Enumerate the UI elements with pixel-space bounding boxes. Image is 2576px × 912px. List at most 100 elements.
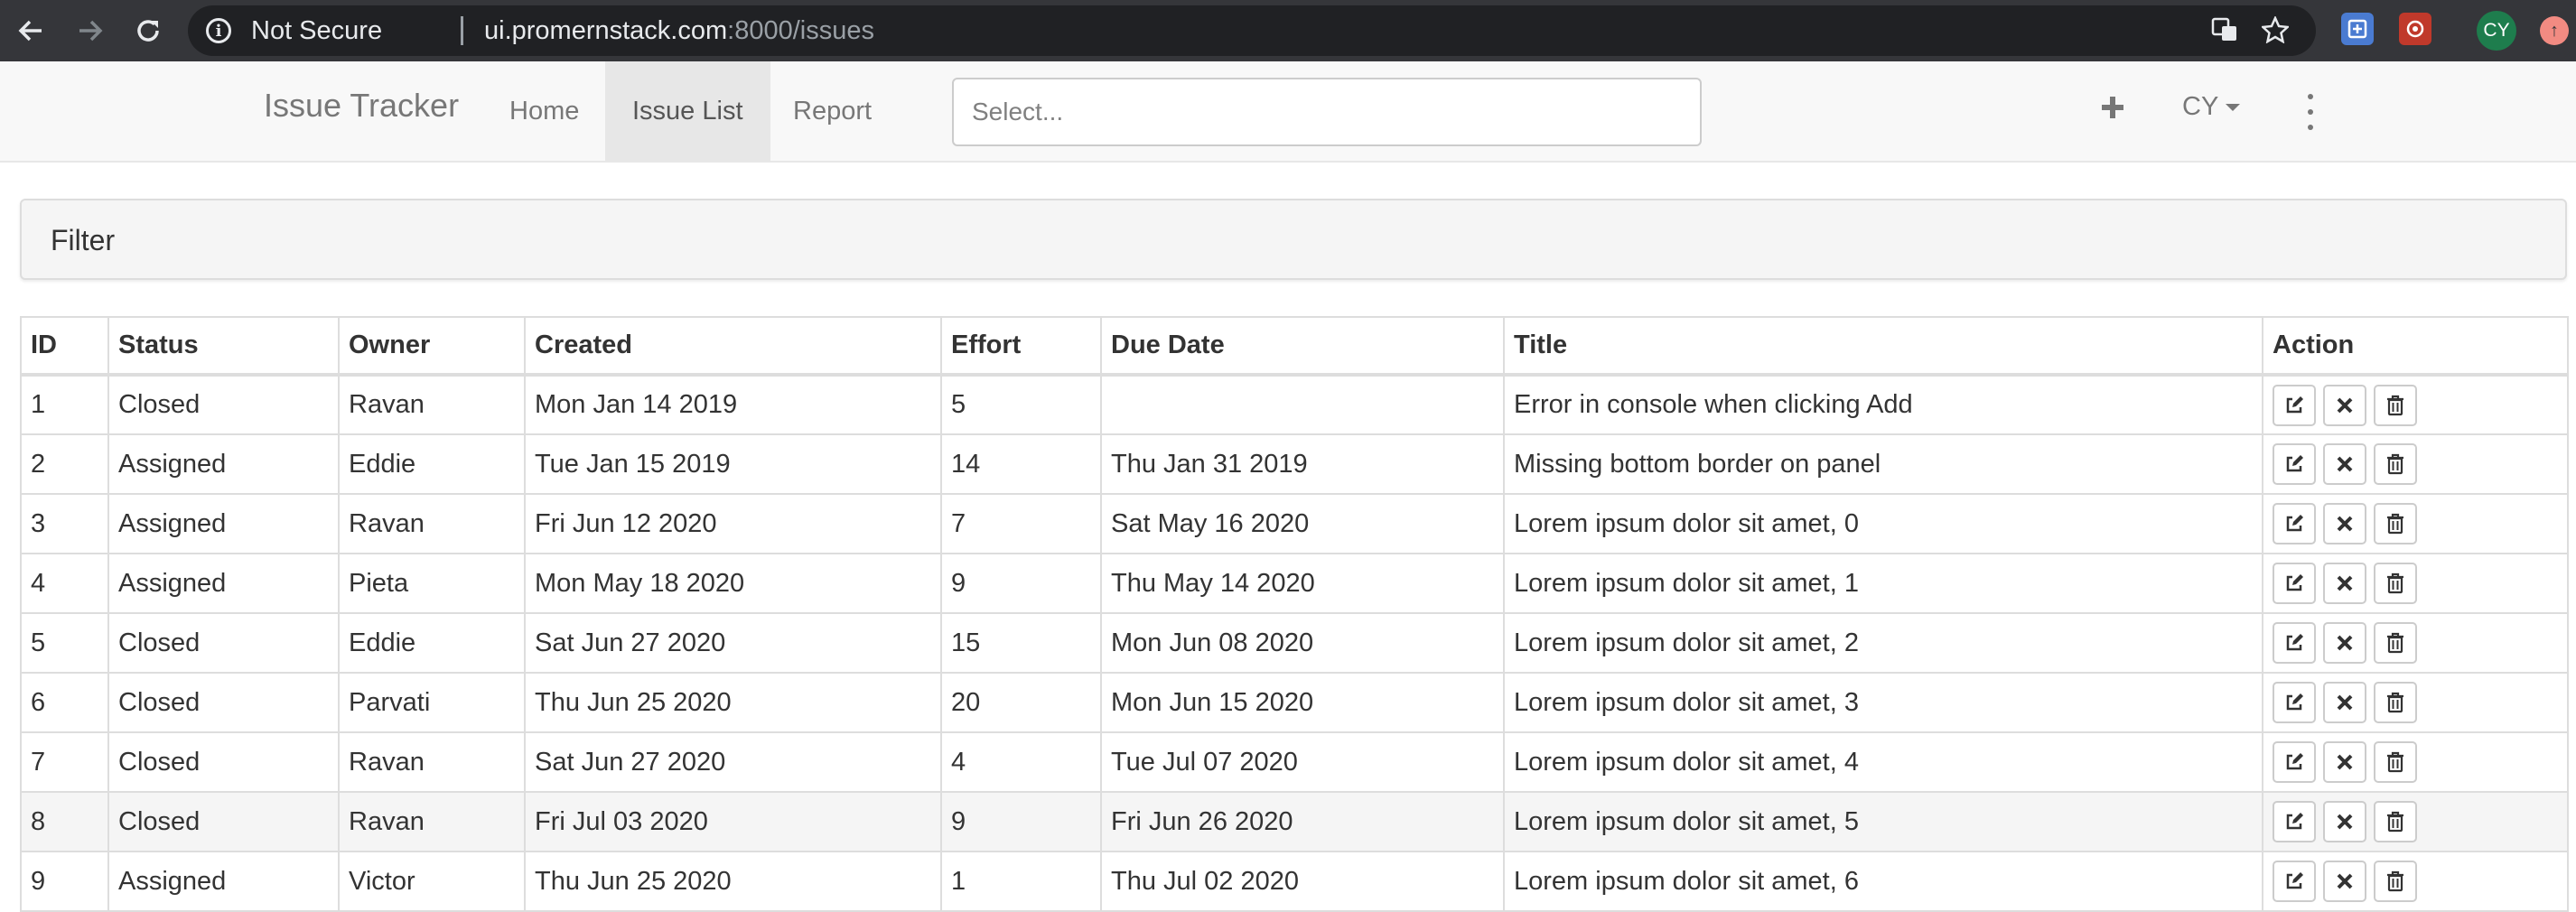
delete-button[interactable] (2374, 801, 2417, 842)
cell-id: 7 (20, 731, 109, 793)
forward-button[interactable] (72, 13, 108, 49)
info-icon[interactable]: i (206, 18, 231, 43)
close-button[interactable] (2323, 801, 2366, 842)
row-actions (2273, 861, 2558, 902)
edit-icon (2284, 871, 2304, 891)
delete-button[interactable] (2374, 861, 2417, 902)
delete-button[interactable] (2374, 443, 2417, 485)
column-header-title: Title (1503, 316, 2263, 377)
table-row[interactable]: 6 Closed Parvati Thu Jun 25 2020 20 Mon Jun 1… (20, 672, 2569, 733)
cell-owner: Victor (338, 851, 526, 912)
edit-button[interactable] (2273, 682, 2316, 723)
brand-title[interactable]: Issue Tracker (264, 87, 459, 125)
edit-button[interactable] (2273, 443, 2316, 485)
update-icon[interactable]: ↑ (2540, 16, 2569, 45)
delete-button[interactable] (2374, 563, 2417, 604)
translate-icon[interactable] (2211, 16, 2238, 51)
delete-button[interactable] (2374, 682, 2417, 723)
filter-panel-title[interactable]: Filter (51, 224, 115, 257)
cell-actions (2262, 731, 2569, 793)
delete-button[interactable] (2374, 741, 2417, 783)
row-actions (2273, 741, 2558, 783)
reload-button[interactable] (130, 13, 166, 49)
close-button[interactable] (2323, 622, 2366, 664)
cell-created: Sat Jun 27 2020 (524, 731, 942, 793)
cell-id: 2 (20, 433, 109, 495)
cell-status: Closed (107, 672, 340, 733)
delete-button[interactable] (2374, 503, 2417, 544)
close-button[interactable] (2323, 443, 2366, 485)
edit-button[interactable] (2273, 741, 2316, 783)
cell-title: Lorem ipsum dolor sit amet, 0 (1503, 493, 2263, 554)
edit-button[interactable] (2273, 503, 2316, 544)
table-row[interactable]: 1 Closed Ravan Mon Jan 14 2019 5 Error in con… (20, 374, 2569, 435)
edit-button[interactable] (2273, 384, 2316, 426)
caret-down-icon (2226, 104, 2241, 112)
cell-actions (2262, 672, 2569, 733)
nav-issue-list[interactable]: Issue List (605, 61, 770, 161)
extension-icon-2[interactable] (2399, 13, 2431, 45)
issue-select-input[interactable]: Select... (952, 78, 1702, 146)
cell-owner: Eddie (338, 612, 526, 674)
close-button[interactable] (2323, 861, 2366, 902)
cell-title: Lorem ipsum dolor sit amet, 2 (1503, 612, 2263, 674)
table-row[interactable]: 2 Assigned Eddie Tue Jan 15 2019 14 Thu Jan 3… (20, 433, 2569, 495)
add-issue-button[interactable] (2099, 88, 2126, 129)
profile-avatar[interactable]: CY (2477, 11, 2516, 51)
extension-icon[interactable] (2341, 13, 2374, 45)
user-menu-label: CY (2182, 92, 2219, 121)
close-icon (2336, 396, 2354, 414)
cell-owner: Ravan (338, 374, 526, 435)
table-row[interactable]: 7 Closed Ravan Sat Jun 27 2020 4 Tue Jul 07 2… (20, 731, 2569, 793)
edit-icon (2284, 573, 2304, 593)
table-row[interactable]: 8 Closed Ravan Fri Jul 03 2020 9 Fri Jun 26 2… (20, 791, 2569, 852)
bookmark-star-icon[interactable] (2260, 14, 2291, 51)
issue-table: ID Status Owner Created Effort Due Date Title A… (20, 316, 2569, 912)
back-button[interactable] (13, 13, 49, 49)
edit-icon (2284, 752, 2304, 772)
cell-effort: 20 (940, 672, 1102, 733)
cell-effort: 9 (940, 791, 1102, 852)
filter-panel[interactable]: Filter (20, 199, 2567, 280)
close-button[interactable] (2323, 741, 2366, 783)
address-bar[interactable]: i Not Secure ui.promernstack.com:8000/is… (188, 5, 2316, 56)
close-icon (2336, 634, 2354, 652)
row-actions (2273, 622, 2558, 664)
cell-owner: Pieta (338, 553, 526, 614)
cell-effort: 4 (940, 731, 1102, 793)
edit-button[interactable] (2273, 622, 2316, 664)
cell-actions (2262, 493, 2569, 554)
edit-button[interactable] (2273, 801, 2316, 842)
table-row[interactable]: 5 Closed Eddie Sat Jun 27 2020 15 Mon Jun 08 … (20, 612, 2569, 674)
delete-button[interactable] (2374, 384, 2417, 426)
more-options-icon[interactable] (2301, 94, 2319, 130)
user-menu[interactable]: CY (2182, 92, 2241, 122)
cell-due-date: Tue Jul 07 2020 (1100, 731, 1505, 793)
cell-status: Assigned (107, 553, 340, 614)
edit-button[interactable] (2273, 563, 2316, 604)
edit-icon (2284, 812, 2304, 832)
cell-status: Closed (107, 374, 340, 435)
close-button[interactable] (2323, 682, 2366, 723)
cell-title: Lorem ipsum dolor sit amet, 1 (1503, 553, 2263, 614)
cell-actions (2262, 612, 2569, 674)
cell-id: 5 (20, 612, 109, 674)
trash-icon (2386, 870, 2404, 892)
nav-report[interactable]: Report (766, 61, 899, 161)
cell-actions (2262, 553, 2569, 614)
table-row[interactable]: 4 Assigned Pieta Mon May 18 2020 9 Thu May 14… (20, 553, 2569, 614)
cell-effort: 1 (940, 851, 1102, 912)
table-row[interactable]: 9 Assigned Victor Thu Jun 25 2020 1 Thu Jul 0… (20, 851, 2569, 912)
cell-title: Error in console when clicking Add (1503, 374, 2263, 435)
nav-home[interactable]: Home (482, 61, 606, 161)
row-actions (2273, 384, 2558, 426)
close-button[interactable] (2323, 563, 2366, 604)
delete-button[interactable] (2374, 622, 2417, 664)
close-button[interactable] (2323, 384, 2366, 426)
table-row[interactable]: 3 Assigned Ravan Fri Jun 12 2020 7 Sat May 16… (20, 493, 2569, 554)
cell-title: Lorem ipsum dolor sit amet, 6 (1503, 851, 2263, 912)
cell-id: 6 (20, 672, 109, 733)
close-button[interactable] (2323, 503, 2366, 544)
trash-icon (2386, 513, 2404, 535)
edit-button[interactable] (2273, 861, 2316, 902)
